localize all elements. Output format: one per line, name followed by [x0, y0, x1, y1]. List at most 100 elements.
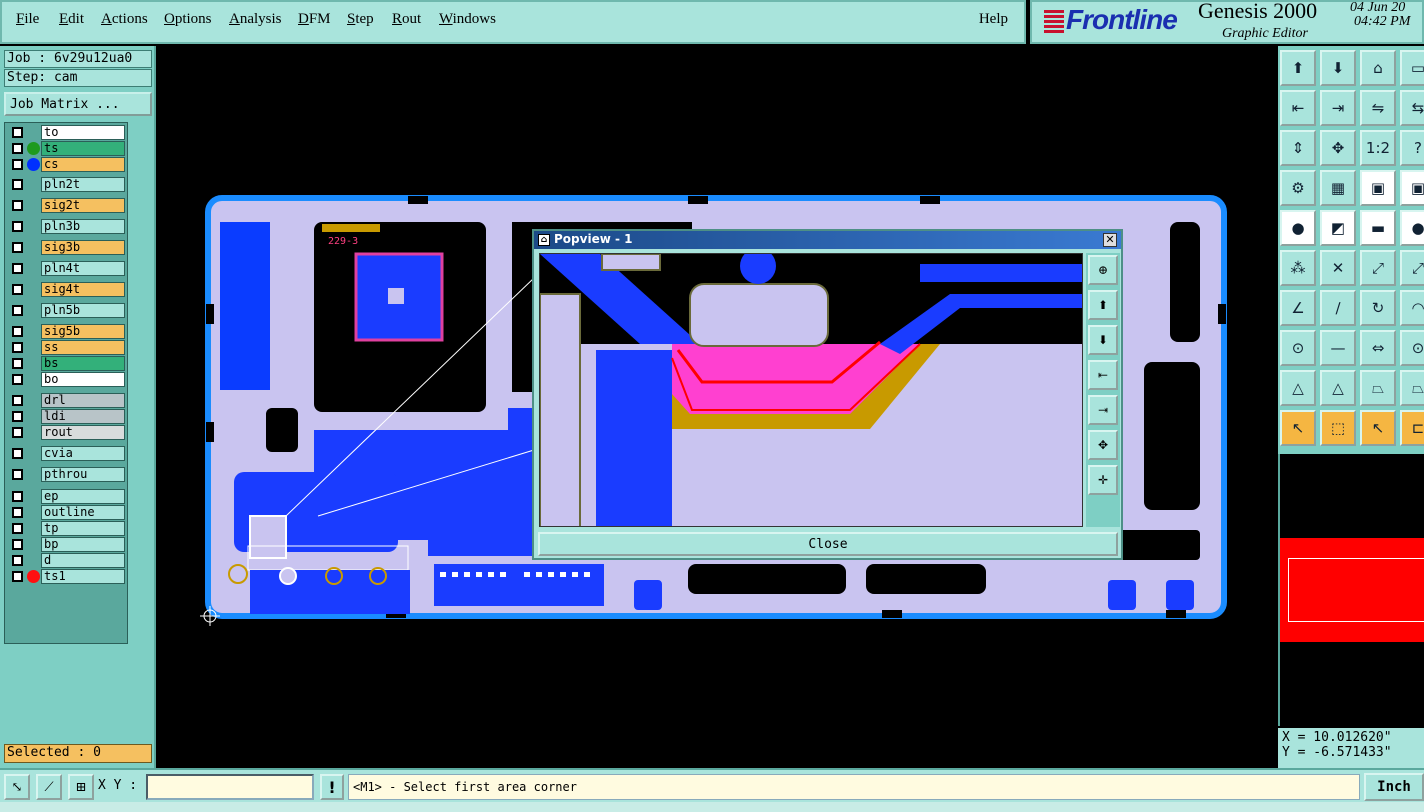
layer-checkbox[interactable] [12, 263, 23, 274]
layer-name[interactable]: sig4t [41, 282, 125, 297]
pan-right-icon[interactable]: ⇥ [1320, 90, 1356, 126]
layer-name[interactable]: sig3b [41, 240, 125, 255]
popview-zoom-area[interactable] [539, 253, 1083, 527]
scale-icon[interactable]: 1:2 [1360, 130, 1396, 166]
grid-snap-icon[interactable]: ⊞ [68, 774, 94, 800]
layer-checkbox[interactable] [12, 411, 23, 422]
layer-row-ts[interactable]: ts [7, 141, 127, 156]
layer-checkbox[interactable] [12, 448, 23, 459]
pointer-alt-icon[interactable]: ⊏ [1400, 410, 1424, 446]
layer-row-outline[interactable]: outline [7, 505, 127, 520]
ruler-icon[interactable]: ▬ [1360, 210, 1396, 246]
layer-name[interactable]: tp [41, 521, 125, 536]
layer-row-sig2t[interactable]: sig2t [7, 198, 127, 213]
pv-zoom-icon[interactable]: ⊕ [1088, 255, 1118, 285]
layer-row-to[interactable]: to [7, 125, 127, 140]
pv-left-icon[interactable]: ⇤ [1088, 360, 1118, 390]
layer-row-sig4t[interactable]: sig4t [7, 282, 127, 297]
pv-up-icon[interactable]: ⬆ [1088, 290, 1118, 320]
pv-down-icon[interactable]: ⬇ [1088, 325, 1118, 355]
menu-actions[interactable]: Actions [101, 11, 148, 28]
layer-row-bp[interactable]: bp [7, 537, 127, 552]
trapezoid-alt-icon[interactable]: ⏢ [1400, 370, 1424, 406]
layer-row-pln2t[interactable]: pln2t [7, 177, 127, 192]
home-icon[interactable]: ⌂ [1360, 50, 1396, 86]
layer-checkbox[interactable] [12, 242, 23, 253]
window-menu-icon[interactable]: ⌂ [538, 234, 550, 246]
arc-icon[interactable]: ↻ [1360, 290, 1396, 326]
layer-checkbox[interactable] [12, 284, 23, 295]
layer-name[interactable]: outline [41, 505, 125, 520]
layer-row-rout[interactable]: rout [7, 425, 127, 440]
layer-checkbox[interactable] [12, 523, 23, 534]
layer-checkbox[interactable] [12, 326, 23, 337]
layers-alt-icon[interactable]: ▣ [1400, 170, 1424, 206]
layer-row-ldi[interactable]: ldi [7, 409, 127, 424]
layer-checkbox[interactable] [12, 200, 23, 211]
fit-vertical-icon[interactable]: ⇕ [1280, 130, 1316, 166]
layer-checkbox[interactable] [12, 374, 23, 385]
layer-row-pthrou[interactable]: pthrou [7, 467, 127, 482]
arc-alt-icon[interactable]: ◠ [1400, 290, 1424, 326]
layer-checkbox[interactable] [12, 179, 23, 190]
warning-button[interactable]: ! [320, 774, 344, 800]
layer-checkbox[interactable] [12, 427, 23, 438]
layer-name[interactable]: d [41, 553, 125, 568]
layer-name[interactable]: pln2t [41, 177, 125, 192]
layer-checkbox[interactable] [12, 305, 23, 316]
layer-checkbox[interactable] [12, 143, 23, 154]
menu-help[interactable]: Help [979, 11, 1008, 28]
popview-titlebar[interactable]: ⌂ Popview - 1 ✕ [534, 231, 1121, 249]
layer-row-pln3b[interactable]: pln3b [7, 219, 127, 234]
layer-name[interactable]: to [41, 125, 125, 140]
menu-dfm[interactable]: DFM [298, 11, 331, 28]
layer-checkbox[interactable] [12, 342, 23, 353]
menu-edit[interactable]: Edit [59, 11, 84, 28]
layers-icon[interactable]: ▣ [1360, 170, 1396, 206]
angle-icon[interactable]: ∠ [1280, 290, 1316, 326]
help-icon[interactable]: ? [1400, 130, 1424, 166]
layer-checkbox[interactable] [12, 507, 23, 518]
close-button[interactable]: Close [538, 532, 1118, 556]
layer-row-ss[interactable]: ss [7, 340, 127, 355]
layer-name[interactable]: pln4t [41, 261, 125, 276]
layer-checkbox[interactable] [12, 539, 23, 550]
layer-checkbox[interactable] [12, 159, 23, 170]
layer-checkbox[interactable] [12, 395, 23, 406]
measure-tool-icon[interactable]: ⟋ [36, 774, 62, 800]
pv-center-icon[interactable]: ✛ [1088, 465, 1118, 495]
menu-analysis[interactable]: Analysis [229, 11, 282, 28]
pointer-arrow-icon[interactable]: ↖ [1360, 410, 1396, 446]
grid-icon[interactable]: ▦ [1320, 170, 1356, 206]
layer-row-cvia[interactable]: cvia [7, 446, 127, 461]
layer-row-pln4t[interactable]: pln4t [7, 261, 127, 276]
diagonal-icon[interactable]: ∕ [1320, 290, 1356, 326]
measure-icon[interactable]: ⚙ [1280, 170, 1316, 206]
snap-icon[interactable]: ⇆ [1400, 90, 1424, 126]
net-icon[interactable]: ⁂ [1280, 250, 1316, 286]
triangle-alt-icon[interactable]: △ [1320, 370, 1356, 406]
layer-row-cs[interactable]: cs [7, 157, 127, 172]
layer-name[interactable]: cs [41, 157, 125, 172]
menu-windows[interactable]: Windows [439, 11, 496, 28]
layer-name[interactable]: bo [41, 372, 125, 387]
panel-icon[interactable]: ▭ [1400, 50, 1424, 86]
layer-checkbox[interactable] [12, 469, 23, 480]
zoom-box-icon[interactable]: ⤡ [4, 774, 30, 800]
pointer-box-icon[interactable]: ⬚ [1320, 410, 1356, 446]
layer-name[interactable]: rout [41, 425, 125, 440]
pan-left-icon[interactable]: ⇤ [1280, 90, 1316, 126]
layer-name[interactable]: ss [41, 340, 125, 355]
layer-name[interactable]: pthrou [41, 467, 125, 482]
menu-options[interactable]: Options [164, 11, 212, 28]
layer-name[interactable]: ep [41, 489, 125, 504]
layer-name[interactable]: sig2t [41, 198, 125, 213]
menu-step[interactable]: Step [347, 11, 374, 28]
layer-row-sig3b[interactable]: sig3b [7, 240, 127, 255]
layer-checkbox[interactable] [12, 491, 23, 502]
snap-alt-icon[interactable]: ⤢ [1400, 250, 1424, 286]
layer-checkbox[interactable] [12, 221, 23, 232]
layer-row-d[interactable]: d [7, 553, 127, 568]
pointer-icon[interactable]: ↖ [1280, 410, 1316, 446]
trapezoid-icon[interactable]: ⏢ [1360, 370, 1396, 406]
